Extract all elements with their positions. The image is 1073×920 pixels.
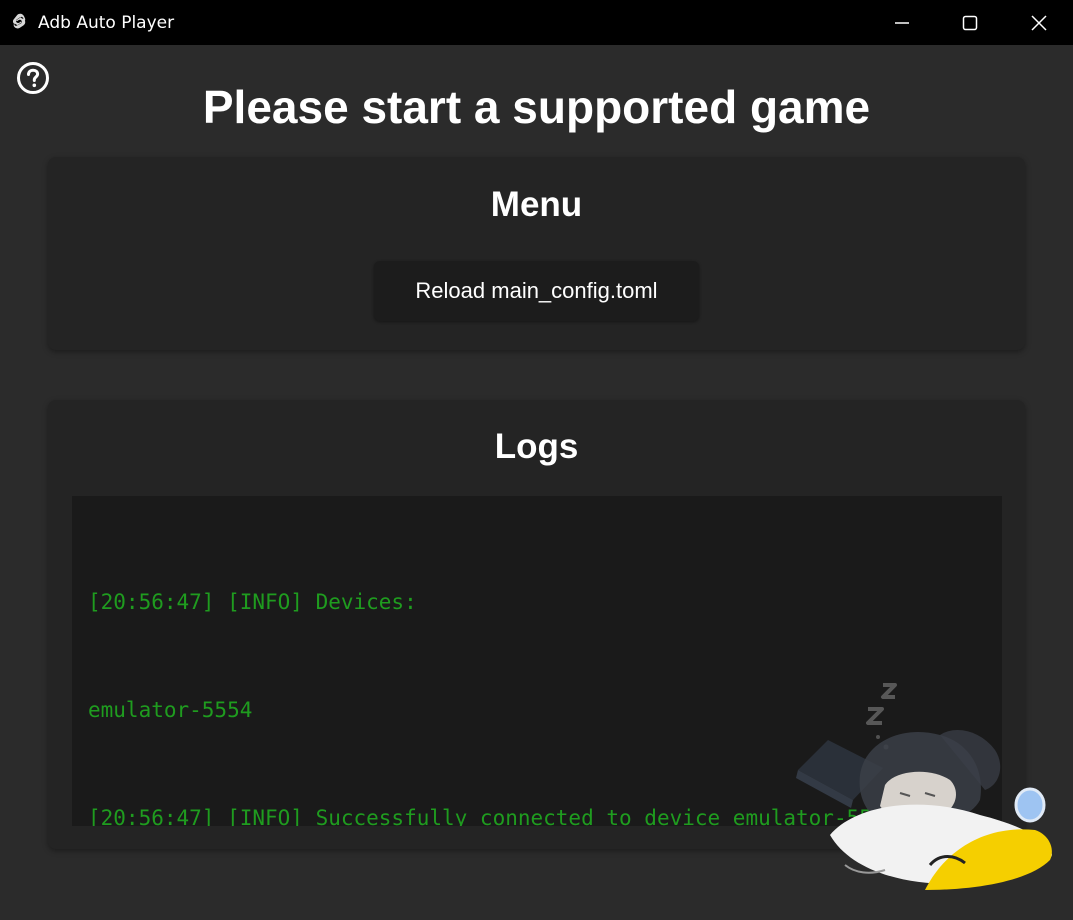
window-titlebar: Adb Auto Player	[0, 0, 1073, 45]
maximize-icon	[962, 15, 978, 30]
svelte-logo-icon	[12, 13, 26, 29]
menu-card: Menu Reload main_config.toml	[48, 157, 1025, 350]
reload-config-button[interactable]: Reload main_config.toml	[374, 261, 699, 321]
menu-title: Menu	[490, 185, 583, 224]
minimize-button[interactable]	[868, 0, 936, 45]
sleeping-mascot-image	[796, 683, 1052, 890]
maximize-button[interactable]	[936, 0, 1004, 45]
character-body-icon	[830, 804, 1052, 890]
sleep-z-icon	[866, 683, 897, 725]
close-icon	[1031, 14, 1047, 31]
page-title: Please start a supported game	[202, 81, 871, 133]
window-title: Adb Auto Player	[38, 13, 175, 33]
close-button[interactable]	[1005, 0, 1073, 45]
log-lines: [20:56:47] [INFO] Devices: emulator-5554…	[88, 512, 897, 826]
log-line: [20:56:47] [INFO] Devices:	[88, 590, 417, 614]
log-line: [20:56:47] [INFO] Successfully connected…	[88, 806, 898, 826]
logs-title: Logs	[494, 427, 579, 466]
minimize-icon	[895, 21, 909, 24]
log-line: emulator-5554	[88, 698, 253, 722]
